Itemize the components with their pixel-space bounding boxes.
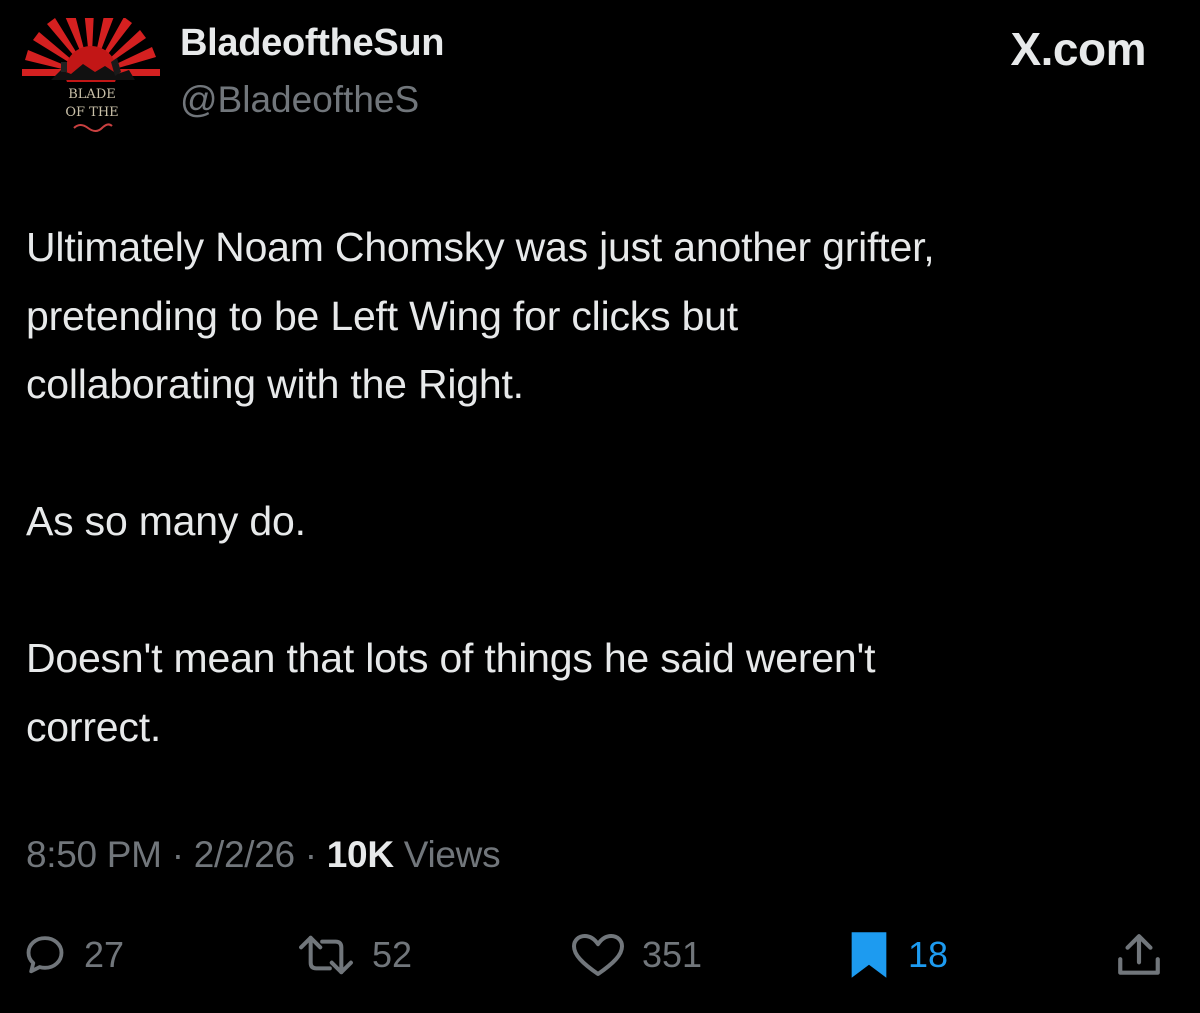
speech-bubble-icon — [26, 936, 64, 974]
user-handle[interactable]: @BladeoftheS — [180, 79, 419, 121]
tweet-text: Ultimately Noam Chomsky was just another… — [26, 213, 1176, 761]
tweet-paragraph: Ultimately Noam Chomsky was just another… — [26, 224, 935, 407]
like-count: 351 — [642, 934, 703, 975]
repost-button[interactable]: 52 — [296, 920, 412, 990]
svg-text:BLADE: BLADE — [68, 87, 116, 102]
views-label: Views — [403, 834, 501, 875]
bookmark-filled-icon — [851, 932, 887, 978]
reply-count: 27 — [84, 934, 125, 975]
bookmark-button[interactable]: 18 — [846, 920, 948, 990]
share-button[interactable] — [1114, 920, 1164, 990]
rising-sun-logo: BLADE OF THE — [22, 10, 160, 132]
views-count: 10K — [326, 834, 394, 875]
heart-icon — [572, 934, 624, 976]
avatar[interactable]: BLADE OF THE — [22, 10, 160, 148]
tweet-paragraph: Doesn't mean that lots of things he said… — [26, 635, 876, 750]
meta-separator: · — [171, 834, 184, 875]
svg-text:OF THE: OF THE — [65, 105, 118, 120]
repost-count: 52 — [372, 934, 413, 975]
reply-button[interactable]: 27 — [22, 920, 124, 990]
like-button[interactable]: 351 — [570, 920, 702, 990]
share-upload-icon — [1118, 934, 1160, 975]
action-bar: 27 52 351 18 — [0, 920, 1200, 990]
tweet-date[interactable]: 2/2/26 — [194, 834, 295, 875]
bookmark-count: 18 — [908, 934, 949, 975]
meta-separator: · — [304, 834, 317, 875]
tweet-meta: 8:50 PM · 2/2/26 · 10K Views — [26, 834, 501, 876]
display-name[interactable]: BladeoftheSun — [180, 22, 445, 65]
tweet-paragraph: As so many do. — [26, 498, 306, 544]
repost-arrows-icon — [299, 935, 353, 975]
tweet-time[interactable]: 8:50 PM — [26, 834, 162, 875]
site-brand: X.com — [1010, 23, 1146, 75]
